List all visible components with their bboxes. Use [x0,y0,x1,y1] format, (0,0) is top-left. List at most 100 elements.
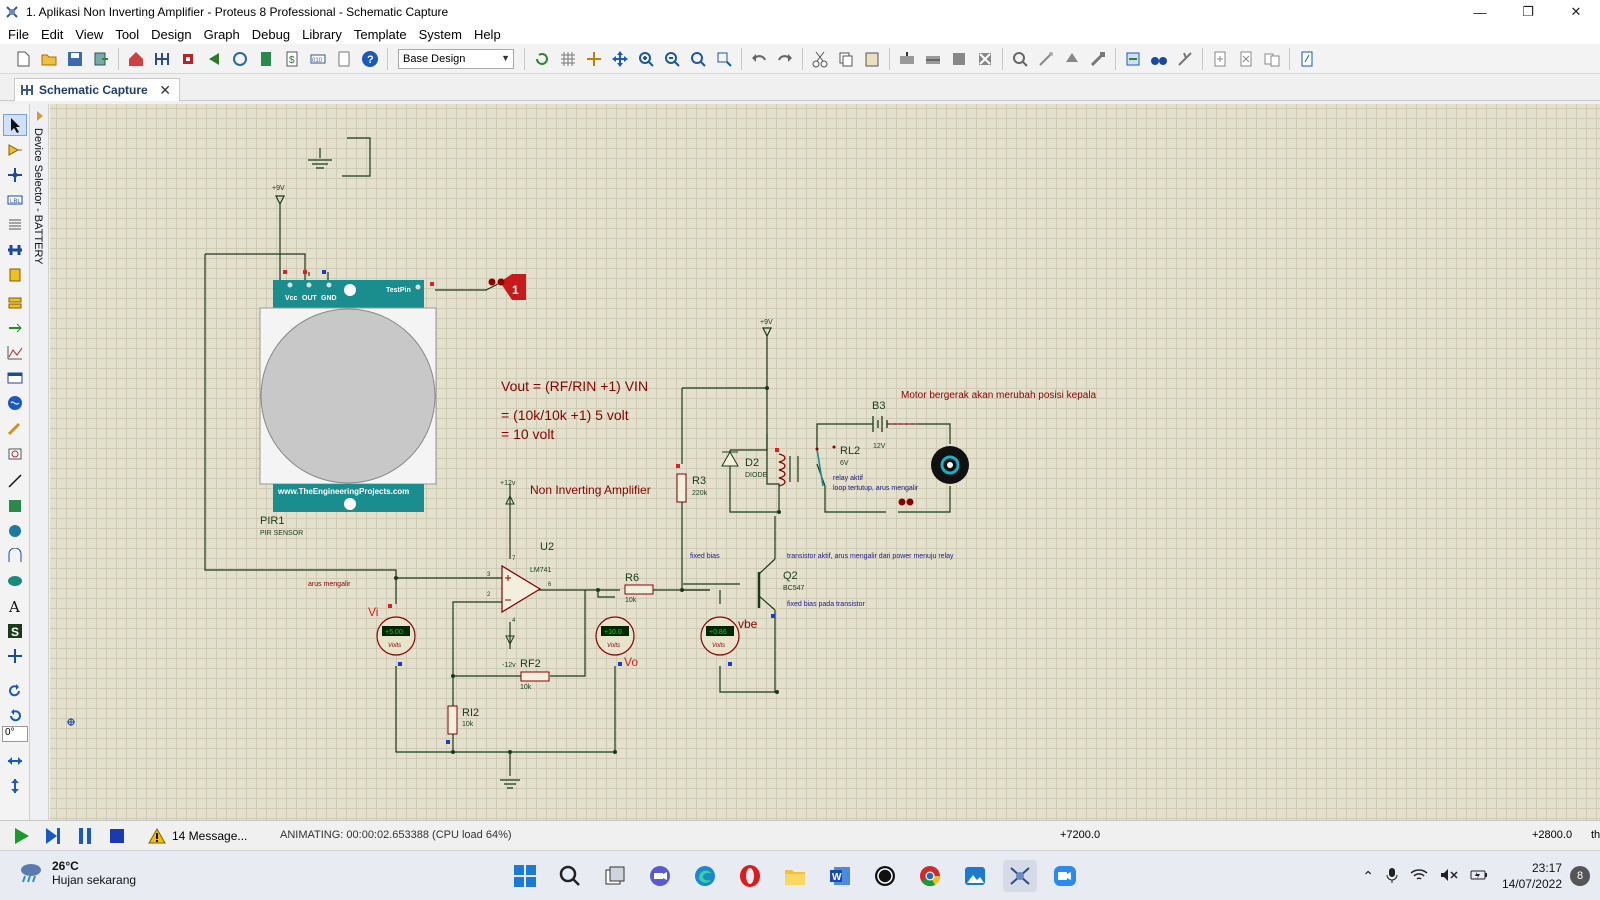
menu-graph[interactable]: Graph [200,27,248,42]
new-sheet-icon[interactable] [1207,46,1233,72]
block-move-icon[interactable] [920,46,946,72]
teams-chat-icon[interactable] [643,860,677,892]
component-mode-icon[interactable] [3,139,27,161]
voltmeter-vo[interactable] [595,616,635,656]
search-icon[interactable] [553,860,587,892]
tape-recorder-icon[interactable] [3,367,27,389]
menu-help[interactable]: Help [470,27,509,42]
edge-browser-icon[interactable] [688,860,722,892]
zoom-in-icon[interactable] [633,46,659,72]
paste-icon[interactable] [859,46,885,72]
refresh-icon[interactable] [529,46,555,72]
wifi-icon[interactable] [1410,868,1428,885]
mirror-vertical-icon[interactable] [3,775,27,797]
help-icon[interactable]: ? [357,46,383,72]
menu-view[interactable]: View [71,27,111,42]
start-button[interactable] [508,860,542,892]
relay-rl2[interactable] [778,445,836,487]
restore-button[interactable]: ❐ [1504,0,1552,24]
box-tool-icon[interactable] [3,495,27,517]
source-code-icon[interactable]: 010 [305,46,331,72]
schematic-canvas[interactable]: Vcc OUT GND TestPin www.TheEngineeringPr… [50,104,1600,820]
menu-debug[interactable]: Debug [248,27,298,42]
wire-label-icon[interactable]: LBL [3,189,27,211]
marker-tool-icon[interactable] [3,645,27,667]
opera-browser-icon[interactable] [733,860,767,892]
battery-icon[interactable] [1470,868,1488,885]
logic-probe[interactable] [488,274,527,300]
voltmeter-vi[interactable] [376,616,416,656]
file-explorer-icon[interactable] [778,860,812,892]
arc-tool-icon[interactable] [3,545,27,567]
step-button[interactable] [38,823,68,849]
resistor-r3[interactable] [676,473,687,503]
make-device-icon[interactable] [1033,46,1059,72]
weather-widget[interactable]: 26°C Hujan sekarang [18,859,136,887]
zoom-app-icon[interactable] [1048,860,1082,892]
open-folder-icon[interactable] [36,46,62,72]
chevron-up-icon[interactable]: ⌃ [1362,868,1374,885]
menu-library[interactable]: Library [298,27,350,42]
pcb-icon[interactable] [175,46,201,72]
home-icon[interactable] [123,46,149,72]
text-script-icon[interactable] [3,214,27,236]
design-select[interactable]: Base Design ▼ [398,48,514,69]
block-rotate-icon[interactable] [946,46,972,72]
voltage-probe-icon[interactable] [3,417,27,439]
schematic-icon[interactable] [149,46,175,72]
generator-icon[interactable] [3,392,27,414]
menu-design[interactable]: Design [147,27,199,42]
device-pins-icon[interactable] [3,317,27,339]
clock[interactable]: 23:17 14/07/2022 [1502,860,1562,892]
zoom-out-icon[interactable] [659,46,685,72]
packaging-tool-icon[interactable] [1059,46,1085,72]
graph-mode-icon[interactable] [3,342,27,364]
block-copy-icon[interactable] [894,46,920,72]
diode-d2[interactable] [721,450,739,467]
3d-viewer-icon[interactable] [201,46,227,72]
resistor-rf2[interactable] [520,671,550,682]
messages-indicator[interactable]: 14 Message... [148,827,247,844]
block-delete-icon[interactable] [972,46,998,72]
minimize-button[interactable]: — [1456,0,1504,24]
property-assignment-icon[interactable] [1172,46,1198,72]
cut-icon[interactable] [807,46,833,72]
path-tool-icon[interactable] [3,570,27,592]
junction-dot-icon[interactable] [3,164,27,186]
terminals-icon[interactable] [3,292,27,314]
rotate-anticlockwise-icon[interactable] [3,705,27,727]
photos-icon[interactable] [958,860,992,892]
copy-icon[interactable] [833,46,859,72]
menu-system[interactable]: System [415,27,470,42]
exit-to-parent-icon[interactable] [1259,46,1285,72]
gerber-icon[interactable] [227,46,253,72]
menu-file[interactable]: File [4,27,37,42]
cost-icon[interactable]: $ [279,46,305,72]
pan-icon[interactable] [607,46,633,72]
undo-icon[interactable] [746,46,772,72]
pause-button[interactable] [70,823,100,849]
save-icon[interactable] [62,46,88,72]
rotation-input[interactable]: 0° [2,726,28,742]
zoom-area-icon[interactable] [711,46,737,72]
task-view-icon[interactable] [598,860,632,892]
pir-sensor[interactable] [259,280,437,512]
remove-sheet-icon[interactable] [1233,46,1259,72]
buses-icon[interactable] [3,239,27,261]
dc-motor[interactable] [931,446,969,484]
redo-icon[interactable] [772,46,798,72]
selection-mode-icon[interactable] [3,114,27,136]
pick-device-icon[interactable] [1007,46,1033,72]
whatsapp-icon[interactable] [868,860,902,892]
new-file-icon[interactable] [10,46,36,72]
resistor-ri2[interactable] [447,705,458,735]
zoom-all-icon[interactable] [685,46,711,72]
circle-tool-icon[interactable] [3,520,27,542]
tab-schematic-capture[interactable]: Schematic Capture ✕ [14,78,180,101]
stop-button[interactable] [102,823,132,849]
grid-icon[interactable] [555,46,581,72]
notes-icon[interactable] [331,46,357,72]
word-icon[interactable]: W [823,860,857,892]
device-selector-panel[interactable]: Device Selector - BATTERY [31,104,49,820]
wire-autorouter-icon[interactable] [1120,46,1146,72]
